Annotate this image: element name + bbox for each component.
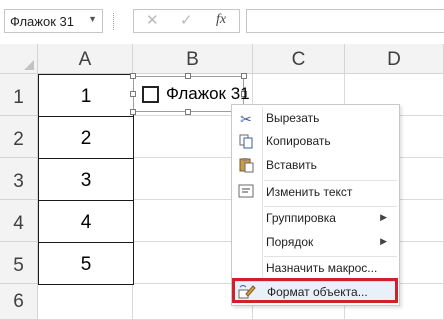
- resize-handle[interactable]: [130, 109, 136, 115]
- row-header-3[interactable]: 3: [0, 158, 38, 200]
- select-all-corner[interactable]: [0, 44, 38, 74]
- menu-item-label: Порядок: [266, 235, 314, 249]
- select-all-icon: [24, 60, 34, 70]
- row-header-4[interactable]: 4: [0, 200, 38, 242]
- checkbox-label: Флажок 31: [166, 84, 250, 103]
- cell-a6[interactable]: [38, 284, 133, 320]
- formula-input[interactable]: [246, 9, 444, 33]
- menu-item-edit-text[interactable]: Изменить текст: [234, 182, 397, 204]
- menu-item-label: Вырезать: [266, 111, 320, 125]
- copy-icon: [236, 133, 256, 151]
- menu-item-label: Изменить текст: [266, 185, 353, 199]
- menu-item-label: Назначить макрос...: [266, 261, 378, 275]
- row-header-2[interactable]: 2: [0, 116, 38, 158]
- cell-a5[interactable]: 5: [38, 242, 134, 285]
- menu-separator: [264, 180, 397, 181]
- column-header-b[interactable]: B: [133, 44, 253, 74]
- menu-item-assign-macro[interactable]: Назначить макрос...: [234, 258, 397, 280]
- cell-a3[interactable]: 3: [38, 158, 134, 201]
- resize-handle[interactable]: [130, 91, 136, 97]
- submenu-arrow-icon: ▶: [380, 236, 387, 246]
- row-header-6[interactable]: 6: [0, 284, 38, 320]
- column-header-c[interactable]: C: [253, 44, 345, 74]
- scissors-icon: ✂: [240, 111, 252, 127]
- submenu-arrow-icon: ▶: [380, 212, 387, 222]
- context-menu: ✂ Вырезать Копировать Вставить Изменить …: [231, 104, 400, 306]
- menu-item-order[interactable]: Порядок ▶: [234, 232, 397, 254]
- menu-item-copy[interactable]: Копировать: [234, 131, 397, 153]
- enter-icon[interactable]: ✓: [180, 11, 193, 29]
- column-header-d[interactable]: D: [345, 44, 444, 74]
- chevron-down-icon[interactable]: ▼: [88, 14, 97, 24]
- checkbox[interactable]: [142, 86, 159, 103]
- resize-handle[interactable]: [185, 73, 191, 79]
- cell-a2[interactable]: 2: [38, 116, 134, 159]
- name-box[interactable]: Флажок 31 ▼: [4, 9, 103, 33]
- menu-item-label: Копировать: [266, 134, 331, 148]
- menu-item-paste[interactable]: Вставить: [234, 155, 397, 177]
- cell-a4[interactable]: 4: [38, 200, 134, 243]
- menu-item-label: Группировка: [266, 211, 336, 225]
- formula-buttons: ✕ ✓ fx: [133, 9, 240, 33]
- menu-separator: [264, 256, 397, 257]
- menu-separator: [264, 206, 397, 207]
- cell-a1[interactable]: 1: [38, 74, 134, 117]
- resize-handle[interactable]: [185, 109, 191, 115]
- row-header-5[interactable]: 5: [0, 242, 38, 284]
- resize-handle[interactable]: [241, 73, 247, 79]
- menu-item-grouping[interactable]: Группировка ▶: [234, 208, 397, 230]
- column-header-a[interactable]: A: [38, 44, 133, 74]
- cancel-icon[interactable]: ✕: [146, 11, 159, 29]
- name-box-value: Флажок 31: [10, 14, 74, 29]
- edit-text-icon: [236, 184, 256, 202]
- menu-item-label: Вставить: [266, 158, 317, 172]
- insert-function-icon[interactable]: fx: [216, 12, 226, 28]
- formula-bar: Флажок 31 ▼ ✕ ✓ fx: [0, 0, 444, 44]
- paste-icon: [236, 157, 256, 175]
- resize-handle[interactable]: [130, 73, 136, 79]
- highlight-frame: [232, 278, 398, 303]
- formula-bar-separator: [113, 13, 116, 30]
- menu-item-cut[interactable]: ✂ Вырезать: [234, 108, 397, 130]
- row-header-1[interactable]: 1: [0, 74, 38, 116]
